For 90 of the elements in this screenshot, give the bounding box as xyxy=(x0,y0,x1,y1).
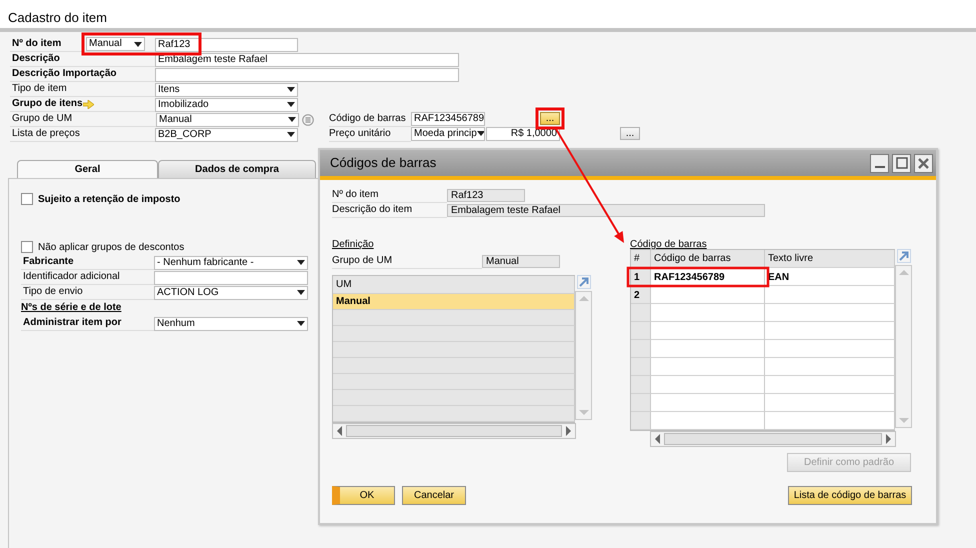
caret-icon xyxy=(297,321,305,326)
field-label: Lista de preços xyxy=(12,127,80,141)
field-label: Nº do item xyxy=(12,37,62,51)
field-label: Descrição Importação xyxy=(12,67,116,81)
field-label: Fabricante xyxy=(23,255,74,269)
input-field[interactable] xyxy=(154,270,308,284)
cancel-button[interactable]: Cancelar xyxy=(402,486,466,505)
caret-icon xyxy=(288,117,296,122)
caret-icon xyxy=(297,290,305,295)
vertical-scrollbar[interactable] xyxy=(575,291,592,420)
close-button[interactable] xyxy=(914,154,933,172)
readonly-field: Embalagem teste Rafael xyxy=(447,204,765,217)
table-cell: EAN xyxy=(765,268,895,286)
scroll-thumb[interactable] xyxy=(346,425,562,437)
series-dropdown[interactable]: Manual xyxy=(86,37,145,51)
scroll-thumb[interactable] xyxy=(664,433,882,445)
column-header[interactable]: Texto livre xyxy=(765,250,895,268)
dropdown-field[interactable]: Itens xyxy=(155,82,298,96)
horizontal-scrollbar[interactable] xyxy=(650,431,896,447)
dropdown-field[interactable]: Nenhum xyxy=(154,316,308,330)
input-field[interactable]: Raf123 xyxy=(155,38,298,52)
scroll-down-icon[interactable] xyxy=(578,410,588,415)
currency-dropdown[interactable]: Moeda princip xyxy=(411,126,485,140)
table-cell xyxy=(631,412,651,430)
field-label: Identificador adicional xyxy=(23,270,120,284)
dropdown-field[interactable]: Manual xyxy=(156,112,299,126)
input-field[interactable]: RAF123456789 xyxy=(411,112,485,126)
expand-icon[interactable] xyxy=(897,249,912,263)
scroll-right-icon[interactable] xyxy=(886,434,891,444)
field-label: Descrição xyxy=(12,52,60,66)
tab[interactable]: Geral xyxy=(17,160,158,178)
dropdown-field[interactable]: ACTION LOG xyxy=(154,286,308,300)
readonly-field: Manual xyxy=(482,255,560,268)
maximize-button[interactable] xyxy=(892,154,911,172)
caret-icon xyxy=(297,260,305,265)
field-label: Grupo de UM xyxy=(12,112,72,126)
barcode-list-button[interactable]: Lista de código de barras xyxy=(788,486,912,505)
list-detail-icon[interactable] xyxy=(302,114,314,126)
minimize-button[interactable] xyxy=(870,154,889,172)
section-heading: Nºs de série e de lote xyxy=(21,302,122,313)
vertical-scrollbar[interactable] xyxy=(895,265,912,428)
readonly-field: Raf123 xyxy=(447,189,525,202)
dialog-title: Códigos de barras xyxy=(330,154,436,172)
window-title: Cadastro do item xyxy=(8,10,107,25)
tab[interactable]: Dados de compra xyxy=(158,160,316,178)
caret-icon xyxy=(287,87,295,92)
input-field[interactable]: Embalagem teste Rafael xyxy=(155,52,459,66)
table-cell xyxy=(631,358,651,376)
table-cell xyxy=(631,322,651,340)
field-label: Tipo de item xyxy=(12,82,67,96)
checkbox[interactable] xyxy=(21,193,33,205)
dropdown-field[interactable]: B2B_CORP xyxy=(155,128,298,142)
checkbox-label: Sujeito a retenção de imposto xyxy=(38,192,180,206)
column-header[interactable]: Código de barras xyxy=(651,250,765,268)
caret-icon xyxy=(134,42,142,46)
field-label: Administrar item por xyxy=(23,316,122,330)
table-cell xyxy=(631,340,651,358)
highlight-frame xyxy=(536,108,564,130)
section-heading: Código de barras xyxy=(630,239,707,250)
caret-icon xyxy=(287,102,295,107)
maximize-icon xyxy=(896,157,908,169)
table-cell xyxy=(631,304,651,322)
scroll-down-icon[interactable] xyxy=(898,418,908,423)
table-cell xyxy=(631,376,651,394)
column-header[interactable]: # xyxy=(631,250,651,268)
dropdown-field[interactable]: Imobilizado xyxy=(155,98,298,112)
minimize-icon xyxy=(874,166,884,168)
scroll-up-icon[interactable] xyxy=(898,270,908,275)
field-label: Grupo de itens xyxy=(12,97,83,111)
scroll-up-icon[interactable] xyxy=(578,296,588,301)
caret-icon xyxy=(287,132,295,137)
checkbox[interactable] xyxy=(21,241,33,253)
input-field[interactable] xyxy=(155,68,459,82)
field-label: Descrição do item xyxy=(332,203,447,218)
close-icon xyxy=(918,158,929,168)
column-header[interactable]: UM xyxy=(333,276,575,294)
field-label: Grupo de UM xyxy=(332,254,482,269)
table-row[interactable]: Manual xyxy=(333,294,575,310)
more-button[interactable]: ... xyxy=(620,127,640,140)
dropdown-field[interactable]: - Nenhum fabricante - xyxy=(154,256,308,270)
scroll-right-icon[interactable] xyxy=(566,426,571,436)
ok-button[interactable]: OK xyxy=(332,486,395,505)
section-heading: Definição xyxy=(332,239,374,250)
checkbox-label: Não aplicar grupos de descontos xyxy=(38,240,184,254)
more-button[interactable]: ... xyxy=(540,112,560,125)
field-label: Nº do item xyxy=(332,188,447,203)
expand-icon[interactable] xyxy=(577,275,592,289)
field-label: Tipo de envio xyxy=(23,285,83,299)
horizontal-scrollbar[interactable] xyxy=(332,423,576,439)
table-cell xyxy=(631,394,651,412)
